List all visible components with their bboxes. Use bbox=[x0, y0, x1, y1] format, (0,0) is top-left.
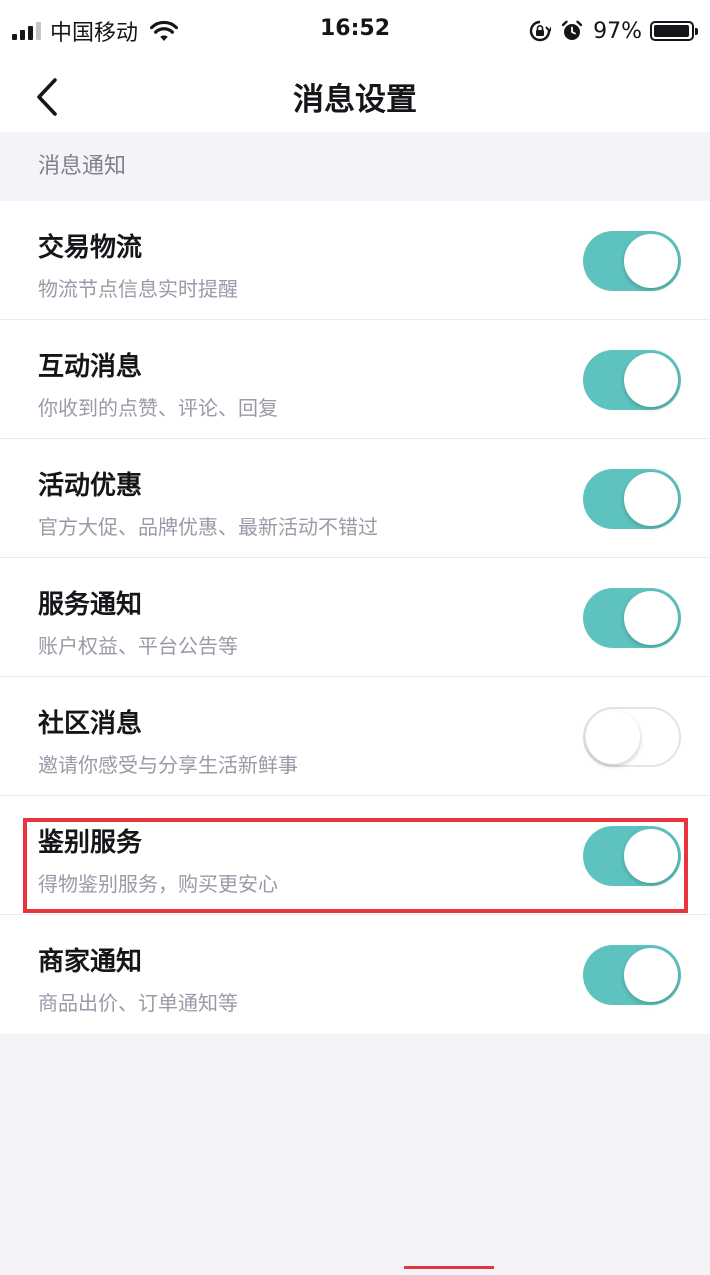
setting-title: 鉴别服务 bbox=[38, 828, 143, 858]
section-header: 消息通知 bbox=[38, 154, 127, 179]
chevron-left-icon bbox=[37, 78, 57, 116]
toggle-knob bbox=[624, 948, 678, 1002]
rotation-lock-icon bbox=[529, 20, 552, 42]
toggle-knob bbox=[624, 234, 678, 288]
setting-row-service-notice: 服务通知 账户权益、平台公告等 bbox=[0, 558, 710, 677]
page-title: 消息设置 bbox=[293, 82, 417, 118]
toggle-knob bbox=[624, 829, 678, 883]
toggle-promotions[interactable] bbox=[583, 469, 681, 529]
setting-title: 交易物流 bbox=[38, 233, 143, 263]
setting-subtitle: 账户权益、平台公告等 bbox=[38, 634, 238, 658]
setting-subtitle: 得物鉴别服务，购买更安心 bbox=[38, 872, 278, 896]
toggle-service-notice[interactable] bbox=[583, 588, 681, 648]
setting-title: 互动消息 bbox=[38, 352, 143, 382]
nav-bar: 消息设置 bbox=[0, 62, 710, 132]
toggle-interaction[interactable] bbox=[583, 350, 681, 410]
battery-percent: 97% bbox=[593, 18, 642, 44]
alarm-icon bbox=[561, 20, 583, 40]
bottom-indicator bbox=[404, 1266, 494, 1269]
back-button[interactable] bbox=[22, 70, 72, 124]
setting-title: 社区消息 bbox=[38, 709, 143, 739]
setting-row-interaction: 互动消息 你收到的点赞、评论、回复 bbox=[0, 320, 710, 439]
setting-subtitle: 邀请你感受与分享生活新鲜事 bbox=[38, 753, 298, 777]
toggle-merchant[interactable] bbox=[583, 945, 681, 1005]
setting-subtitle: 官方大促、品牌优惠、最新活动不错过 bbox=[38, 515, 378, 539]
toggle-trade-logistics[interactable] bbox=[583, 231, 681, 291]
setting-title: 服务通知 bbox=[38, 590, 143, 620]
setting-row-community: 社区消息 邀请你感受与分享生活新鲜事 bbox=[0, 677, 710, 796]
toggle-knob bbox=[624, 591, 678, 645]
setting-subtitle: 物流节点信息实时提醒 bbox=[38, 277, 238, 301]
setting-row-promotions: 活动优惠 官方大促、品牌优惠、最新活动不错过 bbox=[0, 439, 710, 558]
setting-title: 商家通知 bbox=[38, 947, 143, 977]
setting-subtitle: 商品出价、订单通知等 bbox=[38, 991, 238, 1015]
toggle-knob bbox=[624, 353, 678, 407]
toggle-authentication[interactable] bbox=[583, 826, 681, 886]
setting-row-merchant: 商家通知 商品出价、订单通知等 bbox=[0, 915, 710, 1034]
setting-title: 活动优惠 bbox=[38, 471, 143, 501]
battery-icon bbox=[650, 21, 698, 41]
toggle-community[interactable] bbox=[583, 707, 681, 767]
toggle-knob bbox=[586, 710, 640, 764]
battery-fill bbox=[654, 25, 689, 37]
setting-subtitle: 你收到的点赞、评论、回复 bbox=[38, 396, 278, 420]
status-right: 97% bbox=[529, 16, 698, 46]
settings-list: 交易物流 物流节点信息实时提醒 互动消息 你收到的点赞、评论、回复 活动优惠 官… bbox=[0, 201, 710, 1034]
toggle-knob bbox=[624, 472, 678, 526]
status-bar: 中国移动 16:52 97% bbox=[0, 0, 710, 62]
setting-row-authentication: 鉴别服务 得物鉴别服务，购买更安心 bbox=[0, 796, 710, 915]
setting-row-trade-logistics: 交易物流 物流节点信息实时提醒 bbox=[0, 201, 710, 320]
